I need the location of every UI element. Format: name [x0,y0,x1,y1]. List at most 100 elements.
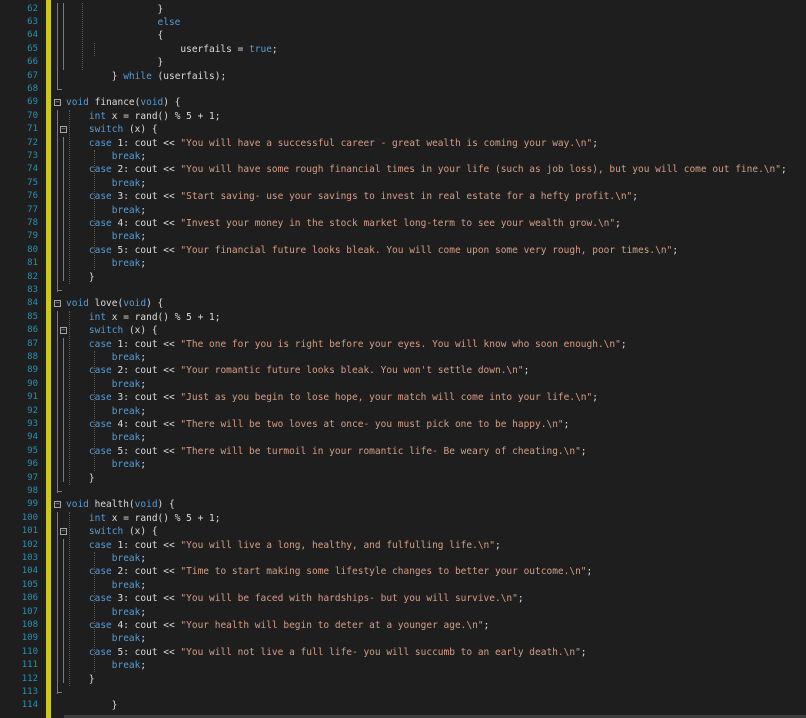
keyword-token: break [111,459,141,471]
code-token: 5: cout << [111,445,181,457]
code-token: 3: cout << [111,392,181,404]
code-line[interactable]: break; [66,552,146,565]
code-line[interactable]: case 5: cout << "Your financial future l… [66,244,678,257]
collapse-icon[interactable]: − [54,99,61,107]
code-line[interactable]: } while (userfails); [66,70,226,83]
keyword-token: case [88,191,112,203]
collapse-icon[interactable]: − [60,327,67,335]
line-number: 64 [27,30,38,41]
code-line[interactable]: } [66,271,95,284]
code-line[interactable]: case 5: cout << "You will not live a ful… [66,646,587,659]
code-line[interactable]: break; [66,659,146,672]
code-token: ; [140,150,147,162]
code-token: ; [140,633,147,645]
code-line[interactable]: break; [66,378,146,391]
keyword-token: break [111,432,141,444]
code-line[interactable]: break; [66,606,146,619]
code-line[interactable]: case 3: cout << "Just as you begin to lo… [66,391,598,404]
code-line[interactable]: break; [66,632,146,645]
code-line[interactable]: case 4: cout << "There will be two loves… [66,418,569,431]
code-editor[interactable]: 62 63 64 65 66 67 68 69 70 71 72 73 74 75 76 77 78 79 80 81… [0,0,806,718]
code-token: 1: cout << [111,137,181,149]
code-line[interactable]: } [66,699,118,712]
code-line[interactable]: } [66,472,95,485]
keyword-token: case [88,418,112,430]
code-line[interactable]: } [66,3,164,16]
string-token: "There will be two loves at once- you mu… [180,418,564,430]
code-line[interactable]: break; [66,204,146,217]
code-line[interactable]: switch (x) { [66,525,158,538]
code-token: ; [632,191,638,203]
code-line[interactable]: else [66,16,181,29]
code-token: 4: cout << [111,217,181,229]
code-line[interactable]: int x = rand() % 5 + 1; [66,512,221,525]
code-line[interactable]: case 2: cout << "You will have some roug… [66,163,787,176]
line-number: 81 [27,258,38,269]
collapse-icon[interactable]: − [54,300,61,308]
code-token: ; [140,660,147,672]
code-line[interactable]: break; [66,431,146,444]
collapse-icon[interactable]: − [60,126,67,134]
code-token: x = rand() % 5 + 1; [106,512,221,524]
code-line[interactable]: break; [66,405,146,418]
code-token: } [66,673,95,685]
code-line[interactable]: break; [66,579,146,592]
code-token: ; [523,365,530,377]
code-line[interactable]: case 1: cout << "You will have a success… [66,137,598,150]
keyword-token: switch [88,124,124,136]
indent-guide [94,551,95,673]
indent-guide [94,350,95,472]
code-line[interactable]: break; [66,230,146,243]
code-line[interactable]: } [66,673,95,686]
code-line[interactable]: case 1: cout << "You will live a long, h… [66,539,501,552]
code-line[interactable]: case 2: cout << "Your romantic future lo… [66,364,529,377]
code-line[interactable]: int x = rand() % 5 + 1; [66,311,221,324]
code-line[interactable]: break; [66,351,146,364]
line-number: 95 [27,445,38,456]
code-line[interactable]: switch (x) { [66,324,158,337]
line-number: 91 [27,392,38,403]
keyword-token: switch [88,526,124,538]
code-line[interactable]: case 3: cout << "You will be faced with … [66,592,524,605]
code-line[interactable]: int x = rand() % 5 + 1; [66,110,221,123]
keyword-token: case [88,338,112,350]
code-line[interactable]: case 4: cout << "Invest your money in th… [66,217,621,230]
code-line[interactable]: case 3: cout << "Start saving- use your … [66,190,638,203]
code-token: { [66,30,164,42]
code-token: (x) { [123,325,158,337]
code-token: finance( [88,97,141,109]
collapse-icon[interactable]: − [60,528,67,536]
indent-guide [82,2,83,70]
code-line[interactable]: break; [66,257,146,270]
code-line[interactable]: case 4: cout << "Your health will begin … [66,619,489,632]
code-line[interactable]: void health(void) { [66,498,175,511]
line-number: 67 [27,70,38,81]
keyword-token: void [140,97,164,109]
code-line[interactable]: switch (x) { [66,123,158,136]
collapse-icon[interactable]: − [54,501,61,509]
code-area[interactable]: } else { userfails = true; } } while (us… [54,0,806,718]
code-line[interactable]: case 2: cout << "Time to start making so… [66,565,592,578]
line-number: 110 [21,646,38,657]
code-line[interactable]: void love(void) { [66,297,163,310]
line-number: 68 [27,83,38,94]
code-line[interactable]: void finance(void) { [66,96,180,109]
code-line[interactable]: break; [66,458,146,471]
code-token: ; [780,164,787,176]
code-line[interactable]: case 5: cout << "There will be turmoil i… [66,445,587,458]
code-line[interactable]: userfails = true; [66,43,277,56]
line-number: 80 [27,244,38,255]
keyword-token: break [111,633,141,645]
code-line[interactable]: break; [66,177,146,190]
code-token: ; [580,445,587,457]
code-line[interactable]: case 1: cout << "The one for you is righ… [66,338,627,351]
code-token: ; [140,432,147,444]
fold-region-line [63,136,64,282]
code-line[interactable]: { [66,29,164,42]
code-line[interactable]: } [66,56,164,69]
code-line[interactable]: break; [66,150,146,163]
